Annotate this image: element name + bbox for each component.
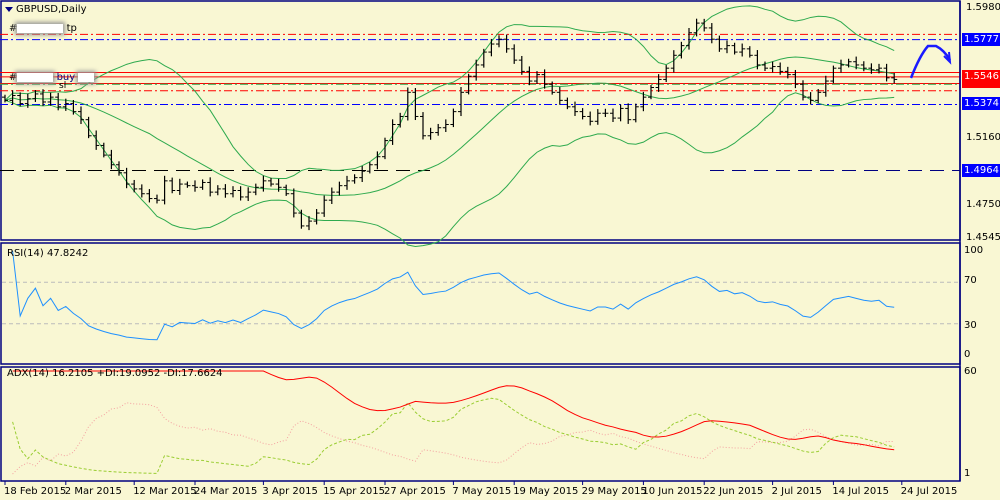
date-label: 22 Jun 2015 — [703, 486, 764, 497]
rsi-line — [12, 250, 895, 341]
adx-line — [12, 370, 895, 451]
adx-title: ADX(14) 16.2105 +DI:19.0952 -DI:17.6624 — [7, 368, 223, 379]
chart-canvas[interactable] — [0, 0, 1000, 500]
price-tick: 1.5980 — [966, 2, 1000, 13]
price-tick: 1.5160 — [966, 132, 1000, 143]
bollinger-middle — [4, 56, 895, 196]
price-box-lower: 1.4964 — [962, 164, 1000, 177]
bollinger-lower — [4, 92, 895, 247]
date-label: 29 May 2015 — [581, 486, 647, 497]
forecast-arrow — [909, 44, 952, 79]
tp-label: # tp — [9, 23, 77, 34]
price-box-current: 1.5546 — [962, 70, 1000, 88]
price-tick: 1.4750 — [966, 199, 1000, 210]
date-label: 10 Jun 2015 — [642, 486, 703, 497]
adx-panel-frame — [0, 366, 961, 482]
date-label: 3 Apr 2015 — [262, 486, 318, 497]
date-label: 14 Jul 2015 — [832, 486, 889, 497]
rsi-title: RSI(14) 47.8242 — [7, 248, 89, 259]
redacted-ticket — [17, 72, 54, 82]
plus-di-line — [12, 397, 895, 474]
buy-label: # buy — [9, 72, 95, 83]
date-label: 24 Mar 2015 — [194, 486, 258, 497]
date-label: 19 May 2015 — [513, 486, 579, 497]
dropdown-triangle-icon[interactable] — [5, 6, 13, 12]
date-label: 7 May 2015 — [452, 486, 512, 497]
price-box-tp: 1.5777 — [962, 33, 1000, 46]
redacted-size — [78, 72, 95, 82]
date-label: 2 Jul 2015 — [771, 486, 822, 497]
sl-label: sl — [59, 81, 67, 91]
rsi-panel-frame — [0, 242, 961, 365]
price-tick: 1.4545 — [966, 232, 1000, 243]
adx-tick: 1 — [964, 468, 971, 479]
rsi-tick: 100 — [964, 245, 984, 256]
date-label: 15 Apr 2015 — [323, 486, 386, 497]
rsi-tick: 70 — [964, 275, 977, 286]
bollinger-upper — [4, 5, 895, 180]
date-label: 2 Mar 2015 — [64, 486, 122, 497]
redacted-ticket — [17, 23, 64, 33]
symbol-title: GBPUSD,Daily — [5, 4, 87, 15]
date-label: 12 Mar 2015 — [133, 486, 197, 497]
date-label: 27 Apr 2015 — [384, 486, 446, 497]
rsi-tick: 30 — [964, 320, 977, 331]
minus-di-line — [12, 402, 895, 475]
price-box-support: 1.5374 — [962, 97, 1000, 110]
rsi-tick: 0 — [964, 349, 971, 360]
date-label: 18 Feb 2015 — [4, 486, 67, 497]
date-label: 24 Jul 2015 — [900, 486, 958, 497]
adx-tick: 60 — [964, 366, 977, 377]
